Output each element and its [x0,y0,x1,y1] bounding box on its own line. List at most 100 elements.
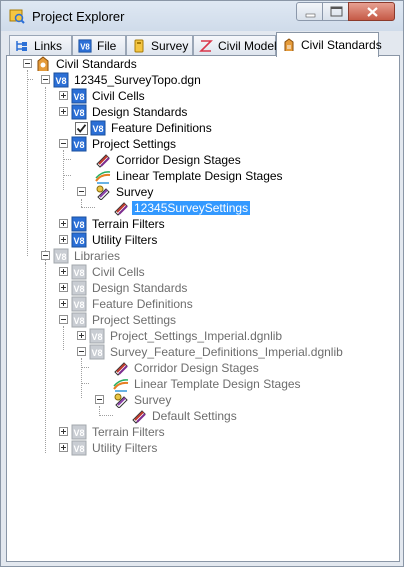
tree-node-label: Terrain Filters [92,425,165,439]
tree-node-label: Survey [116,185,154,199]
dgn-file-icon [71,232,87,248]
tree-connector [81,199,82,207]
survey-icon [95,184,111,200]
civil-model-icon [199,40,213,52]
expand-toggle[interactable] [59,299,68,308]
tab-civil-standards-label: Civil Standards [301,38,382,52]
expand-toggle[interactable] [59,219,68,228]
library-icon [89,344,105,360]
expand-toggle[interactable] [23,59,32,68]
expand-toggle[interactable] [59,107,68,116]
tree-node-label: Project Settings [92,137,177,151]
library-icon [89,328,105,344]
close-button[interactable] [348,2,395,21]
tree-connector [99,406,100,414]
tree-node-label: Default Settings [152,409,237,423]
tree-node-label: Project_Settings_Imperial.dgnlib [110,329,283,343]
title-bar[interactable]: Project Explorer [1,1,403,31]
expand-toggle[interactable] [77,331,86,340]
tree-node-label: Linear Template Design Stages [134,377,301,391]
tree-node-label: 12345_SurveyTopo.dgn [74,73,201,87]
tree-node-label: Civil Cells [92,89,145,103]
tree-node-label: Design Standards [92,281,188,295]
window-title: Project Explorer [32,9,125,24]
library-icon [71,440,87,456]
expand-toggle[interactable] [77,187,86,196]
tree-connector [45,87,46,263]
survey-settings-icon [131,408,147,424]
expand-toggle[interactable] [59,91,68,100]
expand-toggle[interactable] [59,427,68,436]
tab-survey[interactable]: Survey [126,35,193,56]
tree-node-label: Corridor Design Stages [134,361,259,375]
tree-connector [27,79,33,80]
project-explorer-icon [9,9,25,24]
tree-node-label: Feature Definitions [111,121,212,135]
expand-toggle[interactable] [59,139,68,148]
tab-links-label: Links [34,39,63,53]
tab-file[interactable]: File [72,35,126,56]
links-icon [16,41,27,51]
tree-node-label: 12345SurveySettings [132,201,251,215]
dgn-file-icon [71,88,87,104]
tree-connector [81,358,82,398]
tab-file-label: File [97,39,117,53]
tree-connector [81,207,95,208]
expand-toggle[interactable] [59,267,68,276]
close-icon [367,7,378,17]
expand-toggle[interactable] [59,443,68,452]
tab-civil-standards[interactable]: Civil Standards [276,32,382,57]
tab-survey-label: Survey [151,39,189,53]
tree-connector [63,175,71,176]
dgn-file-icon [90,120,106,136]
dgn-file-icon [53,72,69,88]
corridor-design-stages-icon [95,152,111,168]
tree-connector [45,263,46,453]
corridor-design-stages-icon [113,360,129,376]
tree-node-label: Libraries [74,249,121,263]
expand-toggle[interactable] [41,75,50,84]
tree-node-label: Utility Filters [92,441,158,455]
tree-connector [27,70,28,256]
tree-node-label: Design Standards [92,105,188,119]
civil-standards-icon [284,38,294,51]
tab-links[interactable]: Links [9,35,72,56]
expand-toggle[interactable] [59,315,68,324]
survey-icon [134,39,144,53]
expand-toggle[interactable] [77,347,86,356]
tree-connector [81,383,89,384]
expand-toggle[interactable] [41,251,50,260]
library-icon [71,280,87,296]
tree-node-label: Civil Cells [92,265,145,279]
tree-panel[interactable]: Civil Standards 12345_SurveyTopo.dgn Civ… [6,55,400,562]
dgn-file-icon [71,104,87,120]
dgn-file-icon [71,136,87,152]
tab-civil-model[interactable]: Civil Model [193,35,277,56]
tree-node-label: Terrain Filters [92,217,165,231]
dgn-file-icon [78,39,92,53]
project-explorer-window: Project Explorer Links File Survey Civil… [0,0,404,567]
maximize-button[interactable] [322,2,349,21]
tree-node-label: Linear Template Design Stages [116,169,283,183]
tab-civil-model-label: Civil Model [218,39,277,53]
linear-template-icon [113,376,129,392]
library-icon [71,312,87,328]
survey-settings-icon [113,200,129,216]
tree-node-label: Survey [134,393,172,407]
expand-toggle[interactable] [95,395,104,404]
tree-node-label: Utility Filters [92,233,158,247]
library-icon [71,264,87,280]
tree-node-label: Feature Definitions [92,297,193,311]
tree-node-label: Survey_Feature_Definitions_Imperial.dgnl… [110,345,343,359]
tree-connector [81,367,89,368]
tree-connector [63,159,71,160]
minimize-button[interactable] [296,2,323,21]
feature-definitions-checkbox[interactable] [75,122,88,135]
library-icon [71,296,87,312]
expand-toggle[interactable] [59,235,68,244]
tab-strip: Links File Survey Civil Model Civil Stan… [6,32,400,57]
civil-standards-icon [37,56,49,71]
dgn-file-icon [71,216,87,232]
expand-toggle[interactable] [59,283,68,292]
library-icon [53,248,69,264]
